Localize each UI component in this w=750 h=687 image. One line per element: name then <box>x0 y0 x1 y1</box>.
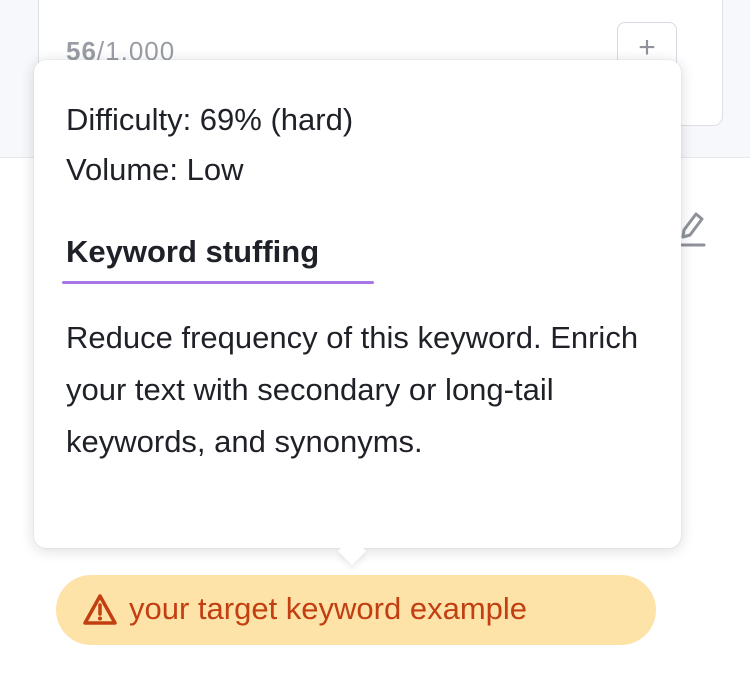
issue-title-underline <box>62 281 374 284</box>
keyword-chip-label: your target keyword example <box>129 591 528 626</box>
difficulty-text: Difficulty: 69% (hard) <box>66 102 354 137</box>
issue-description: Reduce frequency of this keyword. Enrich… <box>66 320 639 459</box>
seo-writing-assistant-panel: 56/1,000 + Difficulty: 69% (hard) Volume… <box>0 0 750 687</box>
issue-title: Keyword stuffing <box>66 234 320 269</box>
volume-text: Volume: Low <box>66 152 244 187</box>
warning-triangle-icon <box>83 594 117 625</box>
